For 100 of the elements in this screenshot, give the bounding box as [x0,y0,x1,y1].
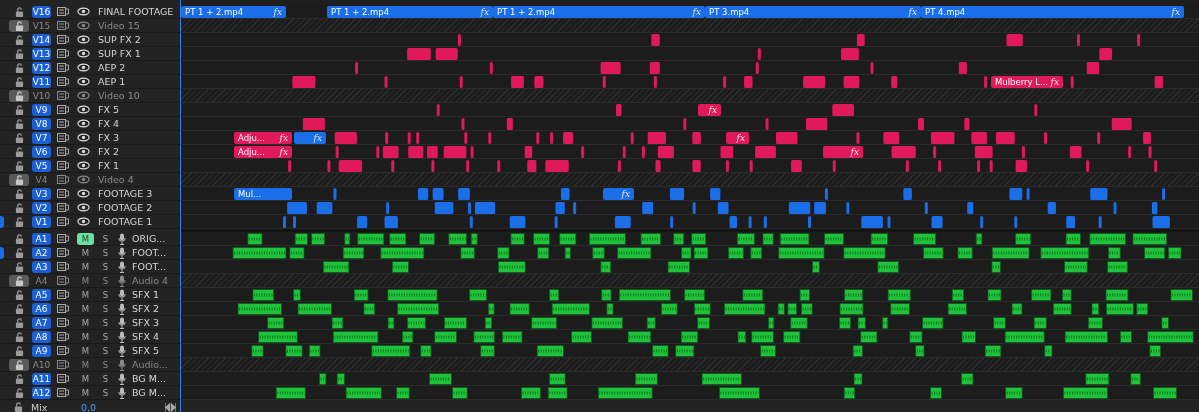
track-target-toggle[interactable]: A1 [32,232,51,245]
mute-button[interactable]: M [77,246,94,259]
solo-button[interactable]: S [97,316,114,329]
solo-button[interactable]: S [97,274,114,287]
mute-button[interactable]: M [77,330,94,343]
mute-button[interactable]: M [77,316,94,329]
clip[interactable]: PT 1 + 2.mp4 fx [493,6,705,18]
fx-label: fx [736,133,745,143]
clip-label: Mul... [238,189,262,199]
track-target-toggle[interactable]: V14 [32,33,51,46]
track-target-toggle[interactable]: V8 [32,117,51,130]
clip[interactable]: PT 4.mp4 fx [921,6,1184,18]
clip[interactable]: fx [294,132,326,144]
fx-label: fx [621,189,630,199]
fx-label: fx [1171,7,1180,17]
clip[interactable]: Mul... [234,188,292,200]
solo-button[interactable]: S [97,288,114,301]
solo-button[interactable]: S [97,260,114,273]
track-name: FX 1 [98,160,120,171]
track-target-toggle[interactable]: V4 [32,173,51,186]
solo-button[interactable]: S [97,232,114,245]
solo-button[interactable]: S [97,246,114,259]
clip-label: PT 4.mp4 [925,7,966,17]
clip[interactable]: PT 3.mp4 fx [705,6,921,18]
track-target-toggle[interactable]: A6 [32,302,51,315]
track-target-toggle[interactable]: V13 [32,47,51,60]
mute-button[interactable]: M [77,358,94,371]
clip[interactable]: Adju... fx [234,146,292,158]
track-target-toggle[interactable]: A12 [32,386,51,399]
clip[interactable]: PT 1 + 2.mp4 fx [327,6,493,18]
track-target-toggle[interactable]: V7 [32,131,51,144]
track-target-toggle[interactable]: A4 [32,274,51,287]
track-target-toggle[interactable]: A8 [32,330,51,343]
solo-button[interactable]: S [97,302,114,315]
track-name: SFX 2 [132,303,160,314]
track-target-toggle[interactable]: V15 [32,19,51,32]
mix-label: Mix [31,401,49,412]
fx-label: fx [708,105,717,115]
mix-value[interactable]: 0,0 [81,401,97,412]
solo-button[interactable]: S [97,386,114,399]
fx-label: fx [1050,77,1059,87]
track-name: Video 15 [98,20,140,31]
track-target-toggle[interactable]: V12 [32,61,51,74]
clip[interactable]: Adju... fx [234,132,292,144]
solo-button[interactable]: S [97,330,114,343]
fx-label: fx [692,7,701,17]
track-name: FOOT... [132,261,167,272]
fx-label: fx [850,147,859,157]
track-target-toggle[interactable]: A9 [32,344,51,357]
track-name: FX 3 [98,132,120,143]
mute-button[interactable]: M [77,260,94,273]
track-target-toggle[interactable]: A3 [32,260,51,273]
mute-button[interactable]: M [77,372,94,385]
solo-button[interactable]: S [97,372,114,385]
clip[interactable]: fx [726,132,749,144]
track-target-toggle[interactable]: V16 [32,5,51,18]
solo-button[interactable]: S [97,358,114,371]
track-name: FX 2 [98,146,120,157]
mute-button[interactable]: M [77,386,94,399]
mute-button[interactable]: M [77,344,94,357]
track-target-toggle[interactable]: V2 [32,201,51,214]
track-name: FOOTAGE 3 [98,188,153,199]
track-target-toggle[interactable]: V10 [32,89,51,102]
track-name: ORIG... [132,233,166,244]
track-target-toggle[interactable]: A7 [32,316,51,329]
track-name: FX 5 [98,104,120,115]
track-target-toggle[interactable]: V5 [32,159,51,172]
clip[interactable]: Mulberry L... fx [991,76,1063,88]
track-name: AEP 2 [98,62,126,73]
fx-label: fx [480,7,489,17]
track-name: SFX 3 [132,317,160,328]
track-target-toggle[interactable]: V3 [32,187,51,200]
track-name: FINAL FOOTAGE [98,6,174,17]
clip[interactable]: fx [603,188,634,200]
mute-button[interactable]: M [77,302,94,315]
clip-label: Adju... [238,133,265,143]
fx-label: fx [273,7,282,17]
track-target-toggle[interactable]: V1 [32,215,51,228]
track-name: FOOTAGE 2 [98,202,153,213]
clip-label: PT 3.mp4 [709,7,750,17]
clip-label: PT 1 + 2.mp4 [331,7,390,17]
clip-label: PT 1 + 2.mp4 [497,7,556,17]
fx-label: fx [279,133,288,143]
track-name: Video 10 [98,90,140,101]
track-target-toggle[interactable]: V9 [32,103,51,116]
clip[interactable]: fx [698,104,721,116]
track-target-toggle[interactable]: A10 [32,358,51,371]
track-target-toggle[interactable]: A5 [32,288,51,301]
track-name: FOOT... [132,247,167,258]
track-target-toggle[interactable]: A11 [32,372,51,385]
mute-button[interactable]: M [77,274,94,287]
solo-button[interactable]: S [97,344,114,357]
track-target-toggle[interactable]: V6 [32,145,51,158]
clip[interactable]: fx [823,146,863,158]
track-target-toggle[interactable]: V11 [32,75,51,88]
mute-button[interactable]: M [77,288,94,301]
mute-button[interactable]: M [77,232,94,245]
track-target-toggle[interactable]: A2 [32,246,51,259]
clip[interactable]: PT 1 + 2.mp4 fx [181,6,286,18]
track-name: SFX 5 [132,345,160,356]
